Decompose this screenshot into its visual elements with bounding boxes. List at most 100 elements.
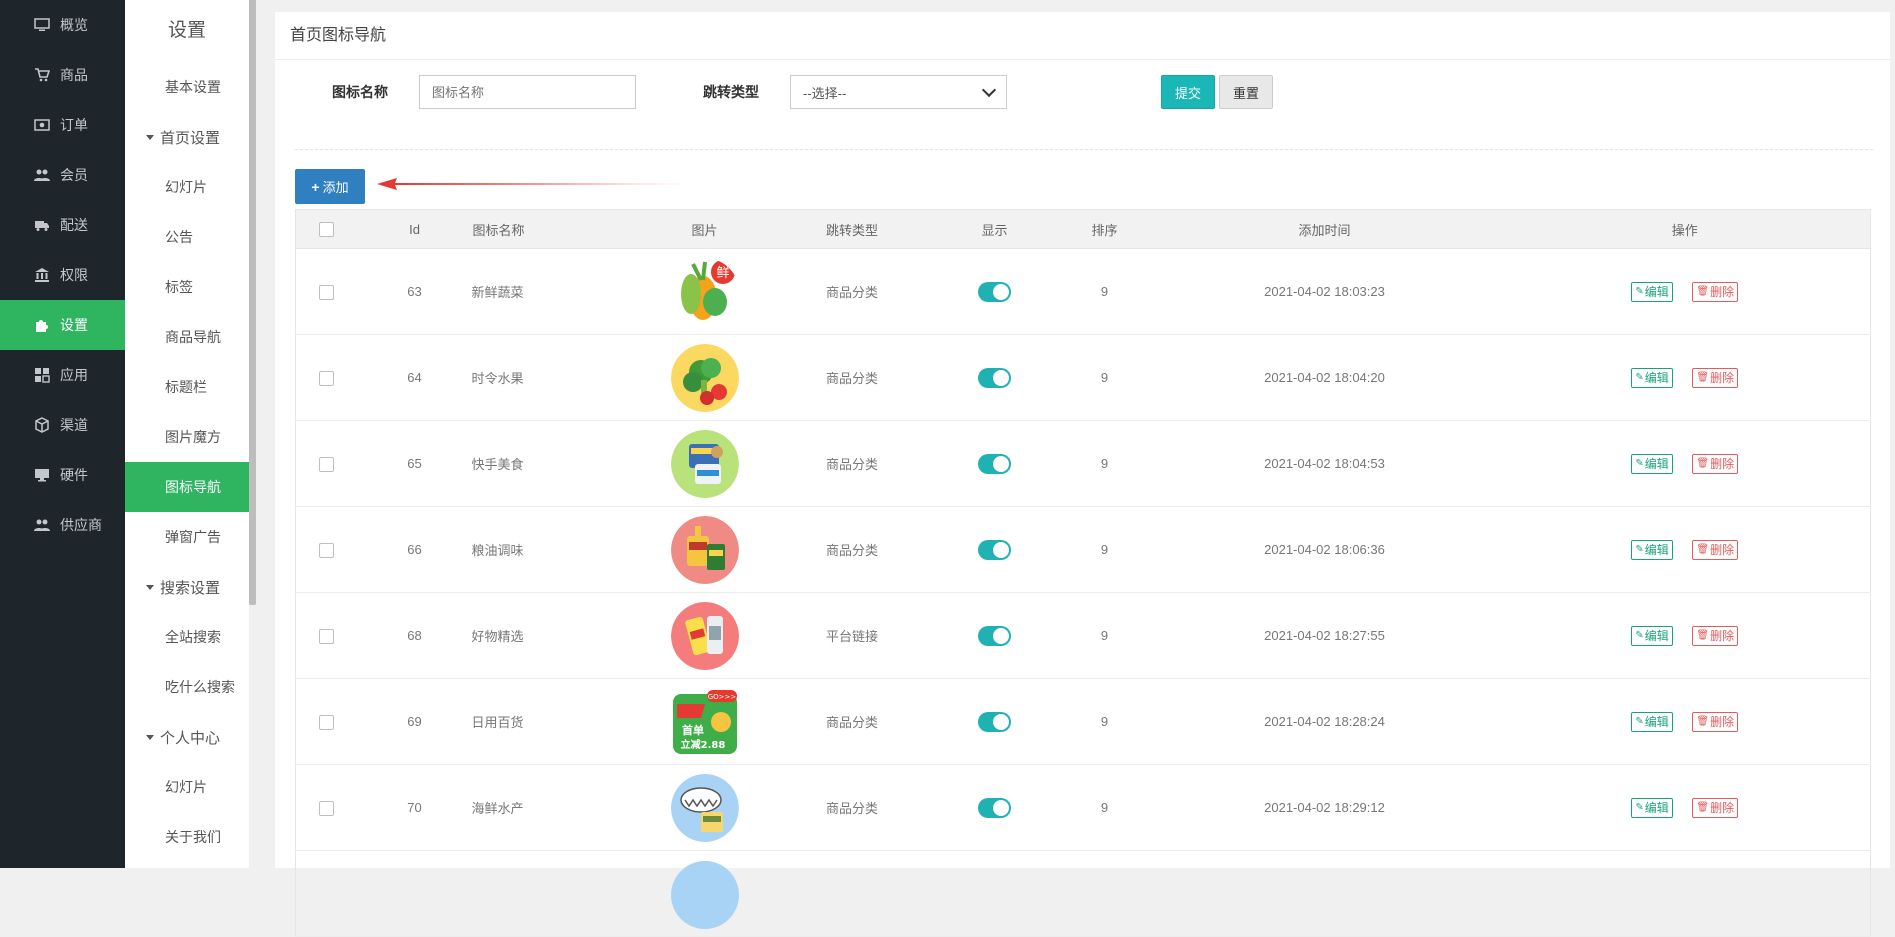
seafood-thumbnail[interactable] [670, 773, 739, 842]
sidebar-item-basic-settings[interactable]: 基本设置 [125, 62, 249, 112]
nav-item-channels[interactable]: 渠道 [0, 400, 125, 450]
nav-item-members[interactable]: 会员 [0, 150, 125, 200]
sidebar-item-goods-nav[interactable]: 商品导航 [125, 312, 249, 362]
nav-item-overview[interactable]: 概览 [0, 0, 125, 50]
edit-button[interactable]: ✎ 编辑 [1631, 453, 1673, 474]
sidebar-group-personal-center[interactable]: 个人中心 [125, 712, 249, 762]
show-toggle[interactable] [978, 539, 1011, 560]
cell-show [929, 248, 1060, 335]
show-toggle[interactable] [978, 453, 1011, 474]
show-toggle[interactable] [978, 281, 1011, 302]
row-checkbox-cell [295, 850, 358, 937]
column-header[interactable]: 图标名称 [471, 209, 635, 249]
nav-item-settings[interactable]: 设置 [0, 300, 125, 350]
sidebar-item-personal-slides[interactable]: 幻灯片 [125, 762, 249, 812]
nav-item-hardware[interactable]: 硬件 [0, 450, 125, 500]
column-header[interactable]: 显示 [929, 209, 1060, 249]
nav-item-apps[interactable]: 应用 [0, 350, 125, 400]
delete-button[interactable]: 🗑 删除 [1692, 453, 1739, 474]
settings-sidebar: 设置 基本设置 首页设置 幻灯片 公告 标签 商品导航 标题栏 图片魔方 图标导… [125, 0, 249, 868]
nav-item-permissions[interactable]: 权限 [0, 250, 125, 300]
column-header[interactable]: 跳转类型 [774, 209, 930, 249]
delete-button[interactable]: 🗑 删除 [1692, 539, 1739, 560]
trash-icon: 🗑 [1696, 630, 1710, 641]
jump-type-select[interactable]: --选择-- [790, 75, 1007, 109]
cell-type: 商品分类 [774, 334, 930, 421]
sidebar-group-home-settings[interactable]: 首页设置 [125, 112, 249, 162]
nav-item-goods[interactable]: 商品 [0, 50, 125, 100]
row-checkbox[interactable] [319, 456, 335, 472]
icon-name-input[interactable] [420, 76, 635, 108]
edit-button[interactable]: ✎ 编辑 [1631, 625, 1673, 646]
cell-name: 海鲜水产 [471, 764, 635, 851]
sidebar-item-site-search[interactable]: 全站搜索 [125, 612, 249, 662]
show-toggle[interactable] [978, 367, 1011, 388]
edit-button[interactable]: ✎ 编辑 [1631, 711, 1673, 732]
row-checkbox[interactable] [319, 628, 335, 644]
sidebar-item-notice[interactable]: 公告 [125, 212, 249, 262]
column-header[interactable]: 添加时间 [1149, 209, 1500, 249]
cell-image [634, 334, 775, 421]
delete-label: 删除 [1710, 457, 1735, 471]
cell-actions: ✎ 编辑 🗑 删除 [1499, 506, 1871, 593]
show-toggle[interactable] [978, 711, 1011, 732]
reset-button[interactable]: 重置 [1219, 75, 1273, 109]
daily-goods-thumbnail[interactable]: GO>>> 首单 立减2.88 [670, 687, 739, 756]
cell-show [929, 334, 1060, 421]
sidebar-title: 设置 [167, 20, 206, 41]
nav-item-delivery[interactable]: 配送 [0, 200, 125, 250]
nav-item-supplier[interactable]: 供应商 [0, 500, 125, 550]
sidebar-item-what-to-eat-search[interactable]: 吃什么搜索 [125, 662, 249, 712]
quick-food-thumbnail[interactable] [670, 429, 739, 498]
trash-icon: 🗑 [1696, 802, 1710, 813]
nav-item-label: 会员 [60, 167, 88, 183]
cell-name: 好物精选 [471, 592, 635, 679]
show-toggle[interactable] [978, 625, 1011, 646]
row-checkbox[interactable] [319, 370, 335, 386]
select-all-checkbox[interactable] [319, 222, 335, 238]
sidebar-item-slides[interactable]: 幻灯片 [125, 162, 249, 212]
cell-sort [1059, 850, 1150, 937]
edit-button[interactable]: ✎ 编辑 [1631, 539, 1673, 560]
add-button[interactable]: + 添加 [295, 169, 365, 204]
sidebar-scrollbar[interactable] [249, 0, 256, 605]
show-toggle[interactable] [978, 797, 1011, 818]
icon-name-label: 图标名称 [332, 84, 388, 100]
cell-sort: 9 [1059, 764, 1150, 851]
column-header[interactable]: 排序 [1059, 209, 1150, 249]
edit-button[interactable]: ✎ 编辑 [1631, 797, 1673, 818]
row-checkbox-cell [295, 420, 358, 507]
sidebar-item-title-bar[interactable]: 标题栏 [125, 362, 249, 412]
sidebar-item-about-us[interactable]: 关于我们 [125, 812, 249, 862]
sidebar-item-image-cube[interactable]: 图片魔方 [125, 412, 249, 462]
submit-button[interactable]: 提交 [1161, 75, 1215, 109]
delete-button[interactable]: 🗑 删除 [1692, 711, 1739, 732]
cell-actions: ✎ 编辑 🗑 删除 [1499, 334, 1871, 421]
row-checkbox[interactable] [319, 284, 335, 300]
edit-button[interactable]: ✎ 编辑 [1631, 281, 1673, 302]
sidebar-item-tags[interactable]: 标签 [125, 262, 249, 312]
edit-button[interactable]: ✎ 编辑 [1631, 367, 1673, 388]
row-checkbox[interactable] [319, 542, 335, 558]
vegetables-thumbnail[interactable]: 鲜 [670, 257, 739, 326]
sidebar-item-icon-nav[interactable]: 图标导航 [125, 462, 249, 512]
row-checkbox[interactable] [319, 714, 335, 730]
delete-button[interactable]: 🗑 删除 [1692, 797, 1739, 818]
delete-button[interactable]: 🗑 删除 [1692, 625, 1739, 646]
fruit-thumbnail[interactable] [670, 343, 739, 412]
next-thumbnail[interactable] [670, 861, 739, 929]
row-checkbox-cell [295, 764, 358, 851]
selected-goods-thumbnail[interactable] [670, 601, 739, 670]
sidebar-group-search-settings[interactable]: 搜索设置 [125, 562, 249, 612]
nav-item-orders[interactable]: 订单 [0, 100, 125, 150]
cell-type: 商品分类 [774, 248, 930, 335]
column-header[interactable]: Id [357, 209, 472, 249]
edit-label: 编辑 [1644, 629, 1669, 643]
sidebar-group-label: 首页设置 [160, 129, 221, 147]
row-checkbox[interactable] [319, 800, 335, 816]
delete-button[interactable]: 🗑 删除 [1692, 367, 1739, 388]
delete-button[interactable]: 🗑 删除 [1692, 281, 1739, 302]
sidebar-item-popup-ad[interactable]: 弹窗广告 [125, 512, 249, 562]
grain-oil-thumbnail[interactable] [670, 515, 739, 584]
jump-type-label: 跳转类型 [703, 84, 759, 100]
